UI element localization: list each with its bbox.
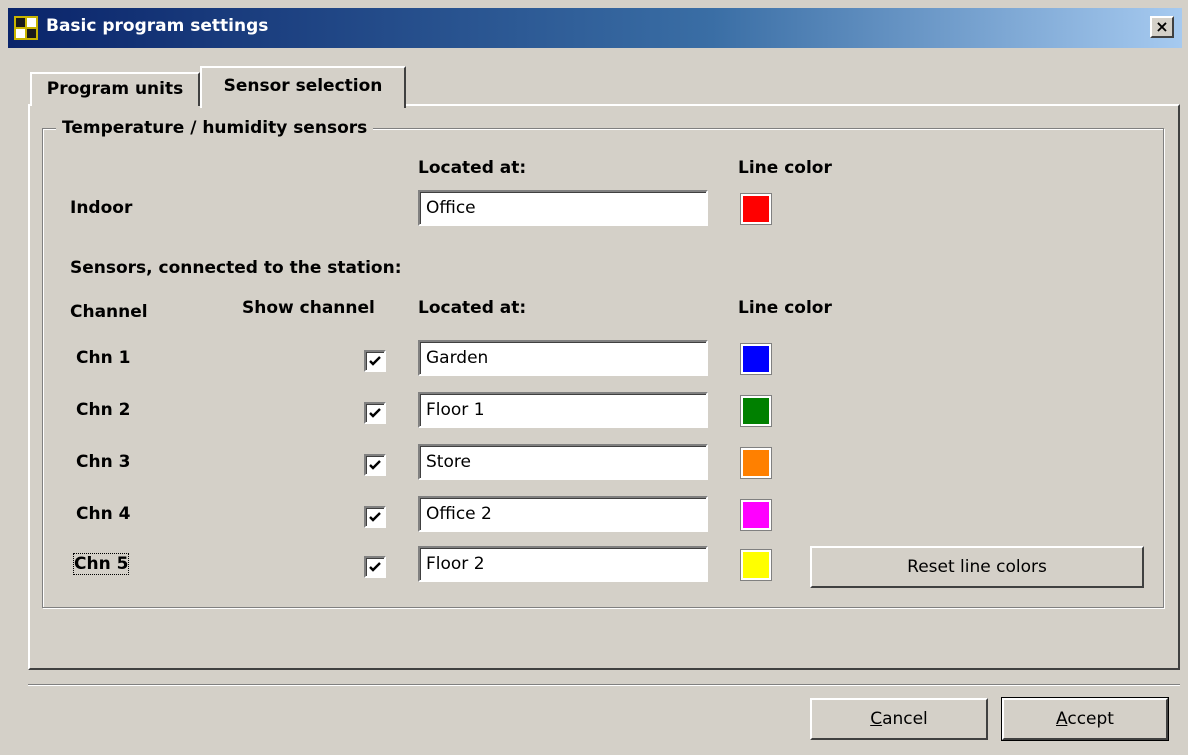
located-at-header-2: Located at: [418,298,527,318]
channel-1-checkbox[interactable] [364,350,386,372]
channel-1-label: Chn 1 [76,348,131,368]
channel-4-label: Chn 4 [76,504,131,524]
cancel-mnemonic: C [870,709,883,729]
indoor-color-swatch[interactable] [740,193,772,225]
checkmark-icon [369,460,381,470]
accept-label-rest: ccept [1067,709,1114,729]
channel-2-color-swatch[interactable] [740,395,772,427]
channel-5-label: Chn 5 [72,553,130,575]
channel-1-location-field[interactable]: Garden [418,340,708,376]
line-color-header-2: Line color [738,298,832,318]
cancel-label-rest: ancel [882,709,928,729]
tab-program-units[interactable]: Program units [30,72,200,106]
title-bar[interactable]: Basic program settings × [8,8,1182,48]
channel-4-checkbox[interactable] [364,506,386,528]
connected-sensors-label: Sensors, connected to the station: [70,258,402,278]
channel-header: Channel [70,302,148,322]
channel-2-checkbox[interactable] [364,402,386,424]
app-icon [14,16,38,40]
channel-5-checkbox[interactable] [364,556,386,578]
channel-5-location-field[interactable]: Floor 2 [418,546,708,582]
checkmark-icon [369,512,381,522]
checkmark-icon [369,356,381,366]
channel-5-color-swatch[interactable] [740,549,772,581]
indoor-location-field[interactable]: Office [418,190,708,226]
reset-line-colors-button[interactable]: Reset line colors [810,546,1144,588]
channel-3-color-swatch[interactable] [740,447,772,479]
footer-separator [28,684,1180,686]
channel-4-location-field[interactable]: Office 2 [418,496,708,532]
show-channel-header: Show channel [242,298,375,318]
line-color-header: Line color [738,158,832,178]
channel-2-label: Chn 2 [76,400,131,420]
settings-dialog: Basic program settings × Program units S… [0,0,1188,755]
window-title: Basic program settings [46,16,269,36]
accept-button[interactable]: Accept [1001,697,1169,741]
tab-sensor-selection[interactable]: Sensor selection [200,66,406,108]
accept-mnemonic: A [1056,709,1068,729]
channel-4-color-swatch[interactable] [740,499,772,531]
located-at-header: Located at: [418,158,527,178]
channel-3-location-field[interactable]: Store [418,444,708,480]
checkmark-icon [369,562,381,572]
channel-3-label: Chn 3 [76,452,131,472]
close-button[interactable]: × [1150,16,1174,38]
channel-1-color-swatch[interactable] [740,343,772,375]
group-title: Temperature / humidity sensors [56,118,374,138]
cancel-button[interactable]: Cancel [810,698,988,740]
channel-2-location-field[interactable]: Floor 1 [418,392,708,428]
indoor-label: Indoor [70,198,133,218]
channel-3-checkbox[interactable] [364,454,386,476]
checkmark-icon [369,408,381,418]
